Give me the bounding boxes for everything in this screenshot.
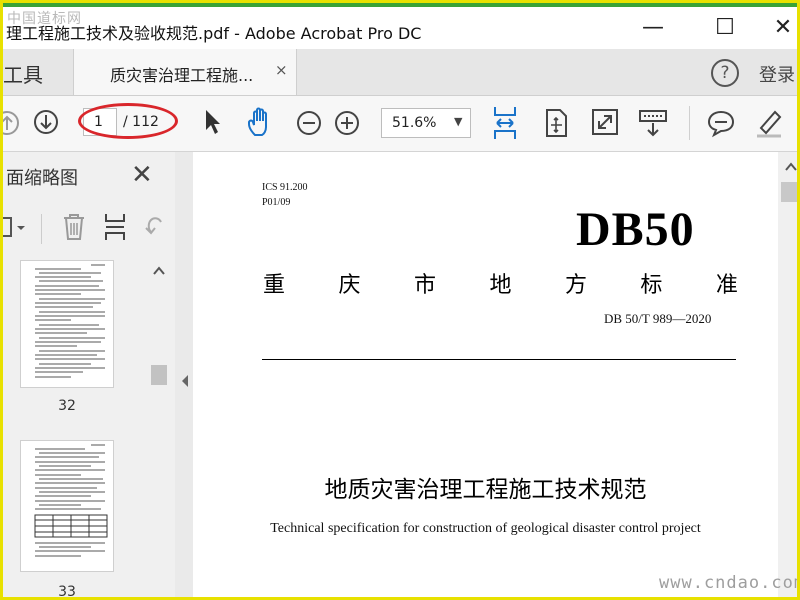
document-title-cn: 地质灾害治理工程施工技术规范 xyxy=(324,477,647,503)
highlight-pen-icon[interactable] xyxy=(753,106,785,138)
zoom-in-icon[interactable] xyxy=(333,109,361,137)
thumbnail-page-content xyxy=(34,444,108,557)
close-window-button[interactable]: ✕ xyxy=(763,13,797,43)
page-thumbnail[interactable] xyxy=(20,440,114,572)
app-window: 理工程施工技术及验收规范.pdf - Adobe Acrobat Pro DC … xyxy=(0,0,800,600)
watermark-logo: 中国道标网 xyxy=(7,11,82,27)
standard-number: DB 50/T 989—2020 xyxy=(604,311,712,326)
thumbnail-page-content xyxy=(35,264,105,378)
region-standard-heading: 重 庆 市 地 方 标 准 xyxy=(263,267,738,299)
document-page: ICS 91.200 P01/09 DB50 重 庆 市 地 方 标 准 DB … xyxy=(193,152,778,597)
scroll-mode-icon[interactable] xyxy=(638,108,668,138)
heading-char: 标 xyxy=(640,273,663,298)
panel-scrollbar[interactable] xyxy=(150,260,168,597)
panel-title: 面缩略图 xyxy=(6,168,78,189)
page-arrows-icon[interactable] xyxy=(543,108,569,138)
heading-char: 重 xyxy=(263,273,286,298)
trash-icon[interactable] xyxy=(61,212,87,242)
header-rule xyxy=(262,359,736,360)
next-page-icon[interactable] xyxy=(33,109,59,135)
document-tab-label: 质灾害治理工程施... xyxy=(110,66,254,85)
main-toolbar: 1 / 112 51.6% ▼ xyxy=(3,96,797,152)
scroll-up-icon[interactable] xyxy=(785,162,797,172)
red-annotation-ellipse xyxy=(78,103,178,139)
db-code: DB50 xyxy=(576,203,695,256)
zoom-value: 51.6% xyxy=(392,115,437,131)
maximize-button[interactable]: ☐ xyxy=(705,13,745,43)
rotate-icon[interactable] xyxy=(143,212,167,242)
hand-tool-icon[interactable] xyxy=(246,107,276,139)
title-bar: 理工程施工技术及验收规范.pdf - Adobe Acrobat Pro DC … xyxy=(3,7,797,49)
minimize-button[interactable]: — xyxy=(633,13,673,43)
tab-tools[interactable]: 工具 xyxy=(3,59,43,88)
p-code: P01/09 xyxy=(262,197,291,208)
thumbnail-page-number: 33 xyxy=(58,584,76,600)
heading-char: 准 xyxy=(715,273,738,298)
document-scrollbar[interactable] xyxy=(778,152,797,597)
panel-scroll-thumb[interactable] xyxy=(151,365,167,385)
scroll-up-icon[interactable] xyxy=(153,266,165,276)
heading-char: 庆 xyxy=(338,273,361,298)
chevron-down-icon: ▼ xyxy=(454,115,463,128)
ics-code: ICS 91.200 xyxy=(262,182,308,193)
heading-char: 方 xyxy=(564,273,587,298)
page-thumbnail[interactable] xyxy=(20,260,114,388)
heading-char: 市 xyxy=(413,273,436,298)
insert-page-icon[interactable] xyxy=(102,212,130,242)
document-scroll-thumb[interactable] xyxy=(781,182,797,202)
collapse-left-icon[interactable] xyxy=(180,374,190,388)
thumbnail-list: 32 33 xyxy=(3,260,148,600)
thumbnails-panel: 面缩略图 ✕ 32 33 xyxy=(3,152,176,600)
help-icon[interactable]: ? xyxy=(711,59,739,87)
document-title-en: Technical specification for construction… xyxy=(270,521,701,536)
zoom-select[interactable]: 51.6% ▼ xyxy=(381,108,471,138)
login-link[interactable]: 登录 xyxy=(759,61,795,87)
heading-char: 地 xyxy=(489,273,512,298)
full-screen-icon[interactable] xyxy=(591,108,619,136)
close-panel-button[interactable]: ✕ xyxy=(131,160,153,190)
panel-collapse-bar[interactable] xyxy=(175,152,193,597)
thumbnail-page-number: 32 xyxy=(58,398,76,414)
tab-document[interactable]: 质灾害治理工程施... × xyxy=(73,49,297,95)
comment-icon[interactable] xyxy=(706,108,736,138)
tab-bar: 工具 质灾害治理工程施... × ? 登录 xyxy=(3,49,797,96)
zoom-out-icon[interactable] xyxy=(295,109,323,137)
panel-divider xyxy=(41,214,42,244)
select-pointer-icon[interactable] xyxy=(203,108,223,136)
watermark-url: www.cndao.com xyxy=(659,573,800,593)
panel-toolbar xyxy=(3,202,175,252)
fit-width-icon[interactable] xyxy=(491,105,519,141)
toolbar-divider xyxy=(689,106,690,140)
options-dropdown-icon[interactable] xyxy=(3,214,29,240)
previous-page-icon[interactable] xyxy=(3,110,23,136)
close-tab-button[interactable]: × xyxy=(275,61,288,79)
